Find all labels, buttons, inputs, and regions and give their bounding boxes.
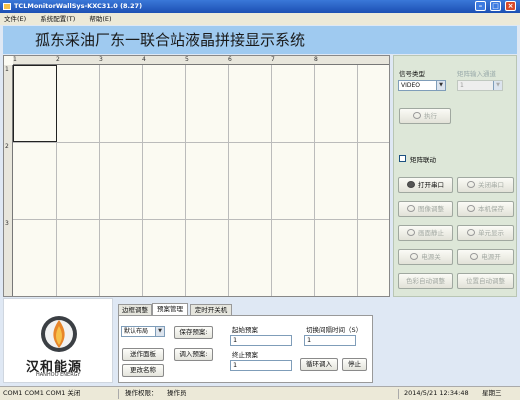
column-number: 4 — [142, 56, 146, 63]
column-number: 1 — [13, 56, 17, 63]
signal-type-value: VIDEO — [401, 82, 421, 89]
grid-line — [228, 65, 229, 296]
signal-type-select[interactable]: VIDEO ▼ — [398, 80, 446, 91]
freeze-button[interactable]: 画面静止 — [398, 225, 453, 241]
auto-position-button[interactable]: 位置自动调整 — [457, 273, 514, 289]
image-adjust-icon — [407, 205, 415, 212]
serial-port-status: COM1 COM1 COM1 关闭 — [3, 389, 81, 397]
tab-preset-management[interactable]: 预案管理 — [152, 303, 188, 315]
video-wall-grid[interactable]: 1 2 3 4 5 6 7 8 1 2 3 — [3, 55, 390, 297]
column-number: 8 — [314, 56, 318, 63]
column-number: 7 — [271, 56, 275, 63]
logo-english-name: HANHOO ENERGY — [36, 372, 81, 378]
grid-line — [185, 65, 186, 296]
minimize-button[interactable]: – — [475, 1, 486, 11]
grid-line — [314, 65, 315, 296]
rename-button[interactable]: 更改名称 — [122, 364, 164, 377]
auto-color-button[interactable]: 色彩自动调整 — [398, 273, 453, 289]
column-number: 3 — [99, 56, 103, 63]
status-datetime: 2014/5/21 12:34:48 — [404, 389, 469, 397]
menu-system-config[interactable]: 系统配置(T) — [40, 15, 75, 23]
chevron-down-icon: ▼ — [436, 81, 445, 90]
menu-bar: 文件(E) 系统配置(T) 帮助(E) — [0, 13, 520, 25]
company-logo: 汉和能源 HANHOO ENERGY — [3, 298, 113, 383]
power-off-button[interactable]: 电源关 — [398, 249, 453, 265]
permission-value: 操作员 — [167, 389, 187, 397]
open-serial-button[interactable]: 打开串口 — [398, 177, 453, 193]
grid-line — [357, 65, 358, 296]
freeze-icon — [407, 229, 415, 236]
app-icon — [3, 3, 11, 10]
status-bar: COM1 COM1 COM1 关闭 操作权限： 操作员 2014/5/21 12… — [0, 386, 520, 400]
load-preset-button[interactable]: 调入预案: — [174, 348, 213, 361]
end-preset-label: 终止预案 — [232, 351, 258, 359]
column-number: 6 — [228, 56, 232, 63]
grid-line — [13, 142, 389, 143]
matrix-input-value: 1 — [460, 82, 464, 89]
selected-screen-cell[interactable] — [13, 65, 57, 142]
window-title: TCLMonitorWallSys-KXC31.0 (8.27) — [14, 2, 143, 10]
status-weekday: 星期三 — [482, 389, 502, 397]
close-button[interactable]: × — [505, 1, 516, 11]
row-number: 2 — [5, 143, 9, 150]
hanhoo-logo-icon — [41, 316, 77, 352]
chevron-down-icon: ▼ — [155, 327, 164, 336]
start-preset-input[interactable]: 1 — [230, 335, 292, 346]
power-on-button[interactable]: 电源开 — [457, 249, 514, 265]
serial-open-icon — [407, 181, 415, 188]
save-local-button[interactable]: 本机保存 — [457, 201, 514, 217]
matrix-link-label: 矩阵联动 — [410, 156, 436, 164]
image-adjust-button[interactable]: 图像调整 — [398, 201, 453, 217]
control-panel: 信号类型 矩阵输入通道 VIDEO ▼ 1 ▼ 执行 矩阵联动 打开串口 关闭串… — [393, 55, 517, 297]
save-local-icon — [467, 205, 475, 212]
system-title: 孤东采油厂东一联合站液晶拼接显示系统 — [35, 31, 306, 49]
save-preset-button[interactable]: 保存预案: — [174, 326, 213, 339]
bottom-panel: 汉和能源 HANHOO ENERGY 边框调整 预案管理 定时开关机 默认布局 … — [3, 298, 517, 385]
status-separator — [118, 389, 119, 399]
column-number: 5 — [185, 56, 189, 63]
power-on-icon — [470, 253, 479, 260]
permission-label: 操作权限： — [125, 389, 158, 397]
row-ruler: 1 2 3 — [4, 65, 13, 296]
preset-panel: 默认布局 ▼ 保存预案: 送作面板 调入预案: 更改名称 起始预案 1 切换间隔… — [118, 315, 373, 383]
serial-close-icon — [467, 181, 475, 188]
end-preset-input[interactable]: 1 — [230, 360, 292, 371]
interval-input[interactable]: 1 — [304, 335, 356, 346]
unit-display-button[interactable]: 单元显示 — [457, 225, 514, 241]
grid-line — [13, 219, 389, 220]
chevron-down-icon: ▼ — [493, 81, 502, 90]
column-ruler: 1 2 3 4 5 6 7 8 — [13, 56, 389, 65]
layout-select[interactable]: 默认布局 ▼ — [121, 326, 165, 337]
loop-load-button[interactable]: 循环调入 — [300, 358, 338, 371]
menu-help[interactable]: 帮助(E) — [89, 15, 111, 23]
matrix-input-label: 矩阵输入通道 — [457, 70, 496, 78]
layout-value: 默认布局 — [124, 328, 149, 335]
window-title-bar: TCLMonitorWallSys-KXC31.0 (8.27) – □ × — [0, 0, 520, 13]
row-number: 3 — [5, 220, 9, 227]
matrix-link-checkbox[interactable] — [399, 155, 406, 162]
maximize-button[interactable]: □ — [490, 1, 501, 11]
title-banner: 孤东采油厂东一联合站液晶拼接显示系统 — [3, 26, 517, 54]
tab-border-adjust[interactable]: 边框调整 — [118, 304, 152, 315]
menu-file[interactable]: 文件(E) — [4, 15, 26, 23]
status-separator — [398, 389, 399, 399]
grid-line — [142, 65, 143, 296]
back-panel-button[interactable]: 送作面板 — [122, 348, 164, 361]
close-serial-button[interactable]: 关闭串口 — [457, 177, 514, 193]
grid-line — [271, 65, 272, 296]
unit-display-icon — [467, 229, 475, 236]
row-number: 1 — [5, 66, 9, 73]
power-off-icon — [410, 253, 419, 260]
grid-line — [99, 65, 100, 296]
signal-type-label: 信号类型 — [399, 70, 425, 78]
execute-button[interactable]: 执行 — [399, 108, 451, 124]
start-preset-label: 起始预案 — [232, 326, 258, 334]
execute-icon — [413, 112, 421, 119]
interval-label: 切换间隔时间（S） — [306, 326, 363, 334]
stop-button[interactable]: 停止 — [342, 358, 367, 371]
column-number: 2 — [56, 56, 60, 63]
matrix-input-select[interactable]: 1 ▼ — [457, 80, 503, 91]
tab-timed-power[interactable]: 定时开关机 — [190, 304, 232, 315]
